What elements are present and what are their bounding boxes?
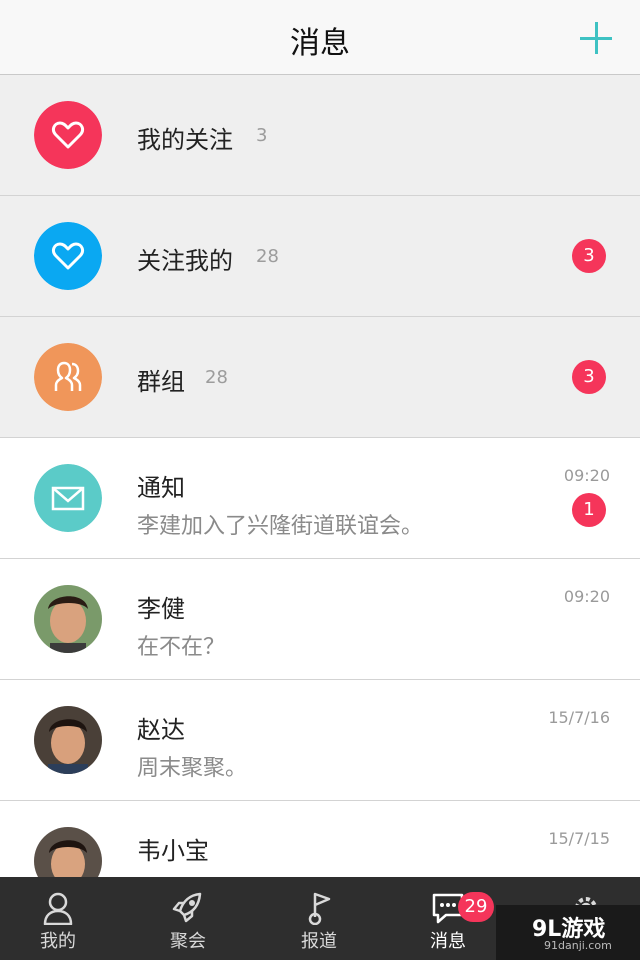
message-time: 15/7/15: [548, 829, 610, 848]
tab-label: 我的: [40, 931, 76, 952]
unread-badge: 3: [572, 239, 606, 273]
list-item-count: 28: [205, 367, 228, 388]
list-item-groups[interactable]: 群组 28 3: [0, 317, 640, 438]
avatar: [34, 706, 102, 774]
tab-gathering[interactable]: 聚会: [124, 877, 252, 960]
rocket-icon: [172, 892, 202, 923]
list-item-followers[interactable]: 关注我的 28 3: [0, 196, 640, 317]
heart-icon: [34, 222, 102, 290]
tab-mine[interactable]: 我的: [0, 877, 122, 960]
tab-messages[interactable]: 消息: [384, 877, 512, 960]
list-item-label: 关注我的: [137, 247, 233, 275]
tab-label: 报道: [301, 931, 337, 952]
message-time: 09:20: [563, 466, 610, 485]
list-item-label: 李健: [137, 595, 185, 623]
message-time: 09:20: [563, 587, 610, 606]
message-preview: 在不在？: [137, 635, 226, 660]
page-title: 消息: [290, 26, 350, 61]
list-item-my-follows[interactable]: 我的关注 3: [0, 75, 640, 196]
person-icon: [43, 892, 73, 925]
tab-report[interactable]: 报道: [255, 877, 383, 960]
message-time: 15/7/16: [548, 708, 610, 727]
list-item-chat[interactable]: 李健 在不在？ 09:20: [0, 559, 640, 680]
unread-badge: 1: [572, 493, 606, 527]
message-preview: 周末聚聚。: [137, 756, 248, 781]
envelope-icon: [34, 464, 102, 532]
plus-icon[interactable]: [578, 20, 614, 56]
tab-label: 消息: [430, 931, 466, 952]
watermark-logo: 9L游戏 91danji.com: [496, 905, 640, 960]
list-item-label: 通知: [137, 474, 185, 502]
list-item-chat[interactable]: 赵达 周末聚聚。 15/7/16: [0, 680, 640, 801]
list-item-notification[interactable]: 通知 李建加入了兴隆街道联谊会。 09:20 1: [0, 438, 640, 559]
list-item-label: 群组: [137, 368, 185, 396]
list-item-label: 我的关注: [137, 126, 233, 154]
heart-icon: [34, 101, 102, 169]
message-preview: 李建加入了兴隆街道联谊会。: [137, 514, 424, 539]
tab-label: 聚会: [170, 931, 206, 952]
list-item-count: 28: [256, 246, 279, 267]
header-bar: 消息: [0, 0, 640, 75]
unread-badge: 3: [572, 360, 606, 394]
list-item-count: 3: [256, 125, 268, 146]
message-list: 我的关注 3 关注我的 28 3 群组 28 3 通知 李建加入了兴隆街道联谊会…: [0, 75, 640, 922]
avatar: [34, 585, 102, 653]
watermark-url: 91danji.com: [544, 939, 612, 952]
list-item-label: 韦小宝: [137, 837, 209, 865]
list-item-label: 赵达: [137, 716, 185, 744]
group-icon: [34, 343, 102, 411]
tab-badge: 29: [458, 892, 494, 922]
flag-icon: [308, 892, 331, 925]
